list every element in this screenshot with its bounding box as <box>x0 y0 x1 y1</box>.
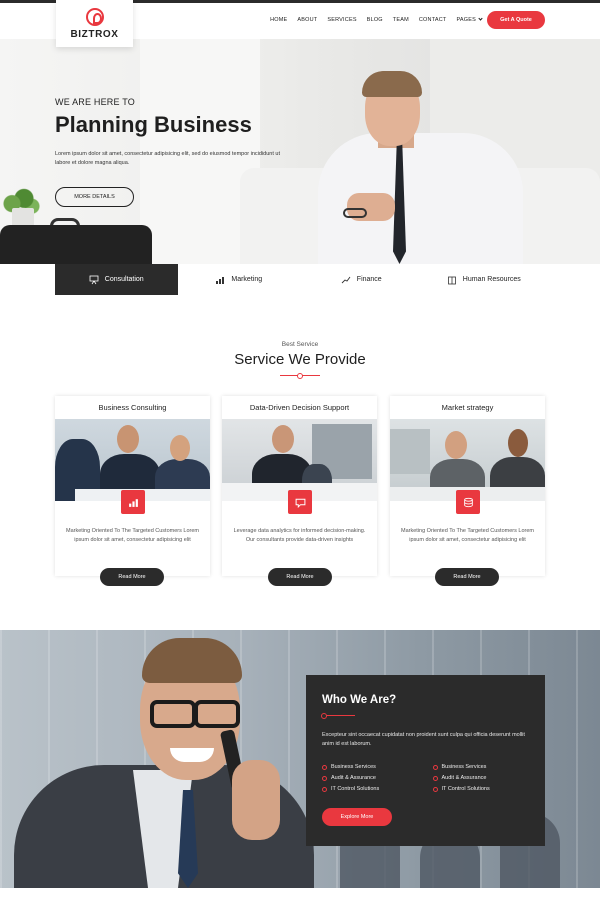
bag-image <box>0 225 152 264</box>
section-divider <box>280 373 320 379</box>
card-icon <box>121 490 145 514</box>
card-text: Marketing Oriented To The Targeted Custo… <box>401 528 534 543</box>
nav-home[interactable]: HOME <box>270 17 287 23</box>
list-item: Audit & Assurance <box>432 775 538 781</box>
database-icon <box>463 497 473 507</box>
nav-contact[interactable]: CONTACT <box>419 17 447 23</box>
card-icon <box>288 490 312 514</box>
list-item-label: IT Control Solutions <box>331 786 380 792</box>
nav-blog[interactable]: BLOG <box>367 17 383 23</box>
tab-marketing[interactable]: Marketing <box>177 264 300 295</box>
box-icon <box>447 276 456 284</box>
service-card: Market strategy Marketing Oriented To Th… <box>390 396 545 576</box>
tab-label: Finance <box>356 276 382 283</box>
card-text: Leverage data analytics for informed dec… <box>233 528 366 543</box>
get-quote-button[interactable]: Get A Quote <box>487 11 545 29</box>
card-image <box>390 419 545 501</box>
circle-icon <box>322 764 327 770</box>
list-item-label: IT Control Solutions <box>441 786 490 792</box>
card-text: Marketing Oriented To The Targeted Custo… <box>66 528 199 543</box>
read-more-button[interactable]: Read More <box>435 568 499 586</box>
section-title: Service We Provide <box>234 351 366 368</box>
circle-icon <box>432 786 438 792</box>
nav-services[interactable]: SERVICES <box>327 17 356 23</box>
bar-chart-icon <box>128 498 138 507</box>
bar-chart-icon <box>216 276 225 284</box>
circle-icon <box>322 775 327 781</box>
hero-section: WE ARE HERE TO Planning Business Lorem i… <box>0 38 600 264</box>
service-card: Business Consulting Marketing Oriented T… <box>55 396 210 576</box>
read-more-button[interactable]: Read More <box>100 568 164 586</box>
list-item: IT Control Solutions <box>322 786 427 792</box>
who-divider <box>321 713 355 719</box>
tab-label: Human Resources <box>462 276 521 283</box>
list-item: IT Control Solutions <box>432 786 538 792</box>
who-we-are-panel: Who We Are? Excepteur sint occaecat cupi… <box>306 675 545 846</box>
card-title: Business Consulting <box>98 403 167 412</box>
glasses-image <box>150 700 240 728</box>
more-details-button[interactable]: MORE DETAILS <box>55 187 134 207</box>
nav-team[interactable]: TEAM <box>393 17 409 23</box>
service-card: Data-Driven Decision Support Leverage da… <box>222 396 377 576</box>
trend-line-icon <box>341 276 351 283</box>
who-title: Who We Are? <box>322 694 397 706</box>
circle-icon <box>432 775 438 781</box>
card-icon <box>456 490 480 514</box>
list-item: Audit & Assurance <box>322 775 427 781</box>
logo-icon <box>85 7 104 26</box>
list-item-label: Audit & Assurance <box>441 775 487 781</box>
tab-human-resources[interactable]: Human Resources <box>422 264 545 295</box>
glasses-image <box>343 208 367 218</box>
who-man-hand <box>232 760 280 840</box>
hero-description: Lorem ipsum dolor sit amet, consectetur … <box>55 151 281 166</box>
who-description: Excepteur sint occaecat cupidatat non pr… <box>322 732 525 747</box>
logo[interactable]: BIZTROX <box>56 0 133 47</box>
circle-icon <box>322 786 327 792</box>
circle-icon <box>432 764 438 770</box>
list-item-label: Business Services <box>331 764 376 770</box>
explore-more-button[interactable]: Explore More <box>322 808 392 826</box>
nav-pages[interactable]: PAGES <box>456 16 483 23</box>
nav-pages-label: PAGES <box>456 17 476 23</box>
presentation-icon <box>89 275 99 284</box>
section-kicker: Best Service <box>281 341 319 348</box>
tab-consultation[interactable]: Consultation <box>55 264 178 295</box>
logo-text: BIZTROX <box>70 28 119 40</box>
list-item-label: Audit & Assurance <box>331 775 376 781</box>
hero-kicker: WE ARE HERE TO <box>55 97 135 107</box>
card-title: Data-Driven Decision Support <box>249 403 350 412</box>
hero-title: Planning Business <box>55 112 252 137</box>
card-image <box>222 419 377 501</box>
chat-bubble-icon <box>295 498 305 508</box>
tab-label: Marketing <box>231 276 263 283</box>
card-title: Market strategy <box>441 403 494 412</box>
main-nav: HOME ABOUT SERVICES BLOG TEAM CONTACT PA… <box>270 16 483 23</box>
list-item: Business Services <box>432 764 538 770</box>
chevron-down-icon <box>478 16 483 21</box>
tab-label: Consultation <box>104 276 144 283</box>
who-we-are-section: Who We Are? Excepteur sint occaecat cupi… <box>0 630 600 888</box>
card-image <box>55 419 210 501</box>
hero-man-hair <box>362 71 422 97</box>
list-item-label: Business Services <box>441 764 487 770</box>
service-tabs: Consultation Marketing Finance Human Res… <box>55 264 545 295</box>
nav-about[interactable]: ABOUT <box>297 17 317 23</box>
who-man-hair <box>142 638 242 683</box>
read-more-button[interactable]: Read More <box>268 568 332 586</box>
who-feature-list: Business Services Business Services Audi… <box>322 764 537 792</box>
list-item: Business Services <box>322 764 427 770</box>
tab-finance[interactable]: Finance <box>300 264 423 295</box>
